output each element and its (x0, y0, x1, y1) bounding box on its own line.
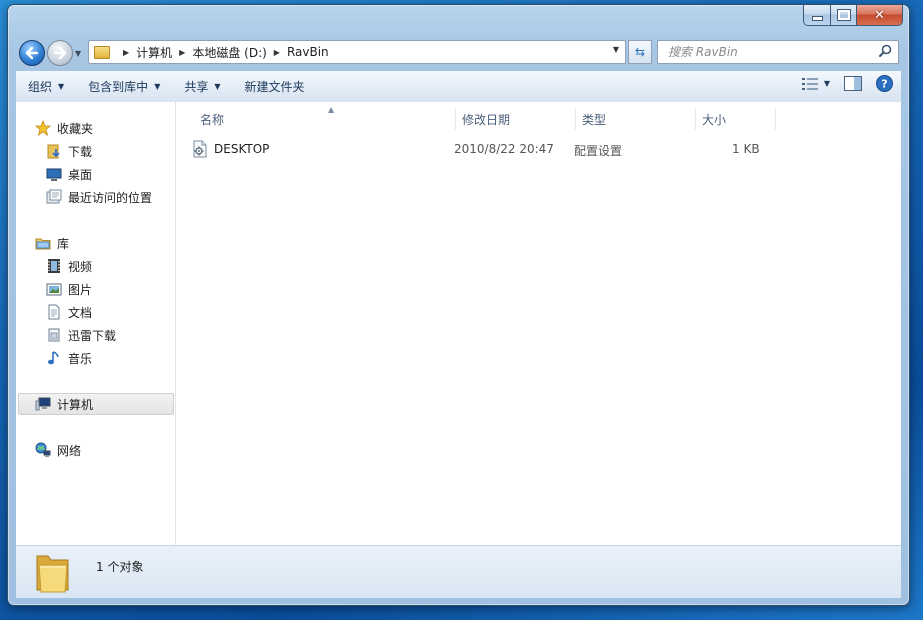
forward-arrow-icon (53, 46, 67, 60)
column-header-modified[interactable]: 修改日期 (456, 108, 576, 130)
navigation-bar: ▼ ▶ 计算机 ▶ 本地磁盘 (D:) ▶ RavBin ▼ ⇆ (8, 37, 909, 71)
nav-downloads-label: 下载 (68, 144, 93, 159)
address-bar[interactable]: ▶ 计算机 ▶ 本地磁盘 (D:) ▶ RavBin ▼ (88, 40, 626, 64)
maximize-button[interactable] (831, 5, 857, 26)
file-name: DESKTOP (214, 142, 270, 156)
document-icon (46, 304, 62, 320)
details-pane: 1 个对象 (16, 545, 901, 598)
caption-buttons: ✕ (803, 5, 903, 26)
file-list-pane: ▲ 名称 修改日期 类型 大小 DESKTOP 2010/8/22 20:47 … (176, 102, 901, 545)
command-bar: 组织 ▼ 包含到库中 ▼ 共享 ▼ 新建文件夹 ▼ ? (16, 71, 901, 103)
star-icon (35, 120, 51, 136)
minimize-icon (811, 15, 823, 21)
organize-menu[interactable]: 组织 ▼ (16, 75, 76, 99)
close-icon: ✕ (874, 7, 885, 23)
nav-libraries[interactable]: 库 (35, 233, 193, 253)
navigation-pane: 收藏夹 下载 桌面 最近访问的位置 库 视频 图片 文档 迅雷下载 音乐 计算机… (16, 102, 176, 545)
nav-favorites[interactable]: 收藏夹 (35, 118, 193, 138)
library-icon (35, 235, 51, 251)
maximize-icon (836, 9, 851, 21)
preview-pane-icon[interactable] (844, 76, 862, 91)
library-folder-icon (46, 327, 62, 343)
folder-icon (34, 552, 72, 597)
column-header-size-label: 大小 (702, 112, 727, 127)
nav-desktop-label: 桌面 (68, 167, 93, 182)
column-header-type-label: 类型 (582, 112, 607, 127)
view-options-button[interactable]: ▼ (801, 77, 830, 90)
nav-music-label: 音乐 (68, 351, 93, 366)
computer-icon (35, 396, 51, 412)
nav-pictures-label: 图片 (68, 282, 93, 297)
column-header-type[interactable]: 类型 (576, 108, 696, 130)
pictures-icon (46, 281, 62, 297)
chevron-right-icon[interactable]: ▶ (123, 48, 129, 57)
recent-pages-dropdown[interactable]: ▼ (75, 49, 81, 58)
file-modified: 2010/8/22 20:47 (454, 142, 554, 156)
address-dropdown[interactable]: ▼ (613, 45, 619, 54)
nav-documents-label: 文档 (68, 305, 93, 320)
view-controls: ▼ ? (801, 75, 893, 92)
search-box[interactable] (657, 40, 899, 64)
column-header-name[interactable]: ▲ 名称 (194, 105, 456, 130)
nav-recent-places-label: 最近访问的位置 (68, 190, 153, 205)
status-item-count: 1 个对象 (96, 560, 144, 574)
nav-network[interactable]: 网络 (35, 440, 193, 460)
nav-libraries-label: 库 (57, 236, 70, 251)
nav-network-label: 网络 (57, 443, 82, 458)
breadcrumb-ravbin[interactable]: RavBin (287, 45, 329, 59)
recent-places-icon (46, 189, 62, 205)
organize-label: 组织 (28, 80, 53, 94)
details-view-icon (801, 77, 818, 90)
file-row[interactable]: DESKTOP 2010/8/22 20:47 配置设置 1 KB (192, 139, 772, 161)
share-label: 共享 (184, 80, 209, 94)
close-button[interactable]: ✕ (857, 5, 903, 26)
explorer-window: ✕ ▼ ▶ 计算机 ▶ 本地磁盘 (D:) ▶ RavBin ▼ ⇆ 搜索 Ra… (7, 4, 910, 606)
video-icon (46, 258, 62, 274)
settings-file-icon (192, 140, 208, 161)
column-header-modified-label: 修改日期 (462, 112, 511, 127)
breadcrumb-local-disk[interactable]: 本地磁盘 (D:) (192, 44, 266, 61)
nav-computer-label: 计算机 (57, 397, 94, 412)
new-folder-button[interactable]: 新建文件夹 (233, 75, 317, 99)
column-header-name-label: 名称 (200, 112, 225, 127)
include-in-library-label: 包含到库中 (88, 80, 149, 94)
back-arrow-icon (25, 46, 39, 60)
chevron-down-icon: ▼ (214, 82, 221, 91)
nav-favorites-label: 收藏夹 (57, 121, 94, 136)
search-input[interactable] (666, 44, 870, 60)
new-folder-label: 新建文件夹 (244, 80, 305, 94)
refresh-icon: ⇆ (634, 45, 646, 59)
chevron-down-icon: ▼ (154, 82, 161, 91)
svg-text:?: ? (881, 78, 887, 91)
back-button[interactable] (19, 40, 45, 66)
refresh-button[interactable]: ⇆ (628, 40, 652, 64)
nav-videos-label: 视频 (68, 259, 93, 274)
file-size: 1 KB (732, 142, 760, 156)
forward-button[interactable] (47, 40, 73, 66)
file-type: 配置设置 (574, 144, 623, 158)
folder-icon (94, 45, 110, 59)
content-area: 收藏夹 下载 桌面 最近访问的位置 库 视频 图片 文档 迅雷下载 音乐 计算机… (16, 102, 901, 545)
download-folder-icon (46, 143, 62, 159)
share-menu[interactable]: 共享 ▼ (172, 75, 232, 99)
network-icon (35, 442, 51, 458)
chevron-right-icon[interactable]: ▶ (274, 48, 280, 57)
chevron-down-icon: ▼ (58, 82, 65, 91)
nav-computer[interactable]: 计算机 (18, 393, 174, 415)
column-header-size[interactable]: 大小 (696, 108, 776, 130)
sort-ascending-icon: ▲ (328, 105, 335, 114)
minimize-button[interactable] (803, 5, 831, 26)
help-icon[interactable]: ? (876, 75, 893, 92)
include-in-library-menu[interactable]: 包含到库中 ▼ (76, 75, 172, 99)
chevron-down-icon: ▼ (823, 79, 830, 88)
desktop-icon (46, 166, 62, 182)
search-icon[interactable] (878, 44, 892, 58)
nav-xunlei-downloads-label: 迅雷下载 (68, 328, 117, 343)
chevron-right-icon[interactable]: ▶ (179, 48, 185, 57)
music-icon (46, 350, 62, 366)
breadcrumb-computer[interactable]: 计算机 (136, 44, 172, 61)
